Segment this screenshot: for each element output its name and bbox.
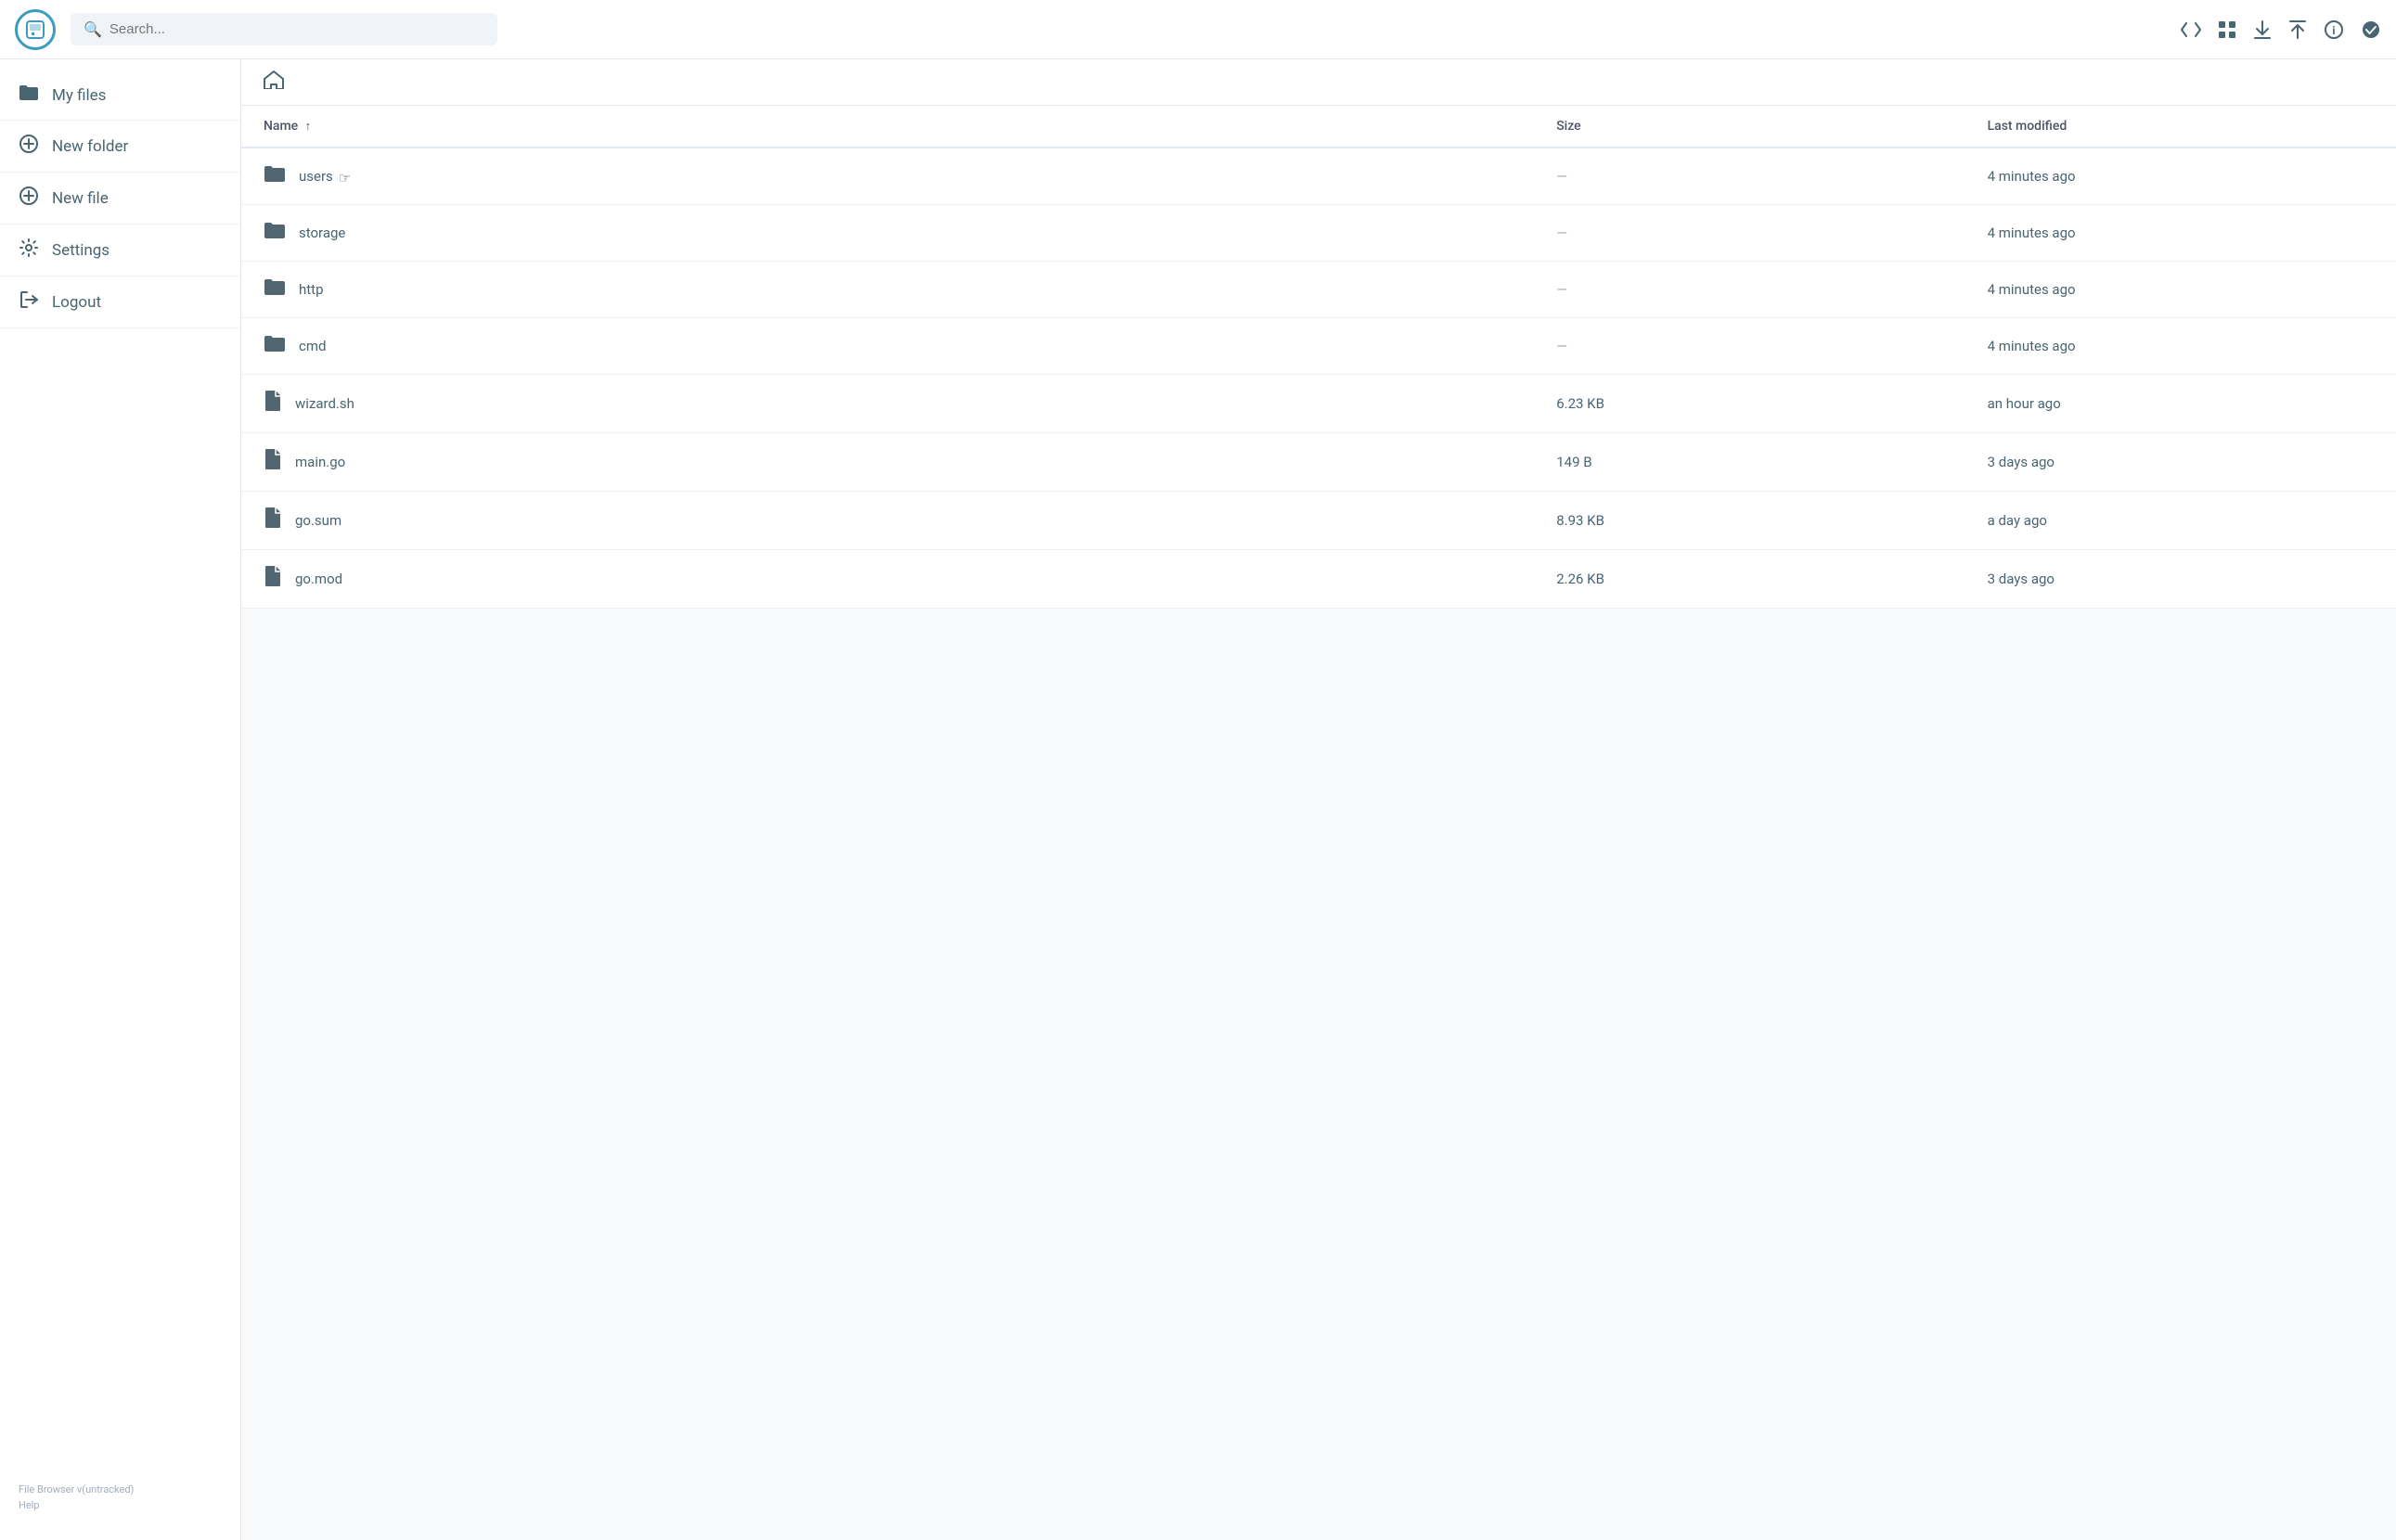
help-link[interactable]: Help xyxy=(19,1499,40,1511)
file-modified: 4 minutes ago xyxy=(1965,318,2396,375)
file-size: 8.93 KB xyxy=(1534,492,1964,550)
home-icon[interactable] xyxy=(264,71,284,94)
new-file-icon xyxy=(19,186,39,211)
table-row[interactable]: storage — 4 minutes ago xyxy=(241,205,2396,262)
file-icon xyxy=(264,448,282,476)
sidebar-item-logout[interactable]: Logout xyxy=(0,276,240,328)
file-name: cmd xyxy=(299,338,326,354)
file-modified: a day ago xyxy=(1965,492,2396,550)
file-icon xyxy=(264,390,282,417)
file-name-cell[interactable]: go.sum xyxy=(241,492,1534,550)
file-modified: 3 days ago xyxy=(1965,433,2396,492)
folder-icon xyxy=(264,220,286,246)
file-table: Name ↑ Size Last modified users☞ xyxy=(241,106,2396,609)
app-logo[interactable] xyxy=(15,9,56,50)
folder-icon xyxy=(19,83,39,107)
folder-icon xyxy=(264,276,286,302)
app-header: 🔍 i xyxy=(0,0,2396,59)
file-table-body: users☞ — 4 minutes ago storage — 4 minut… xyxy=(241,148,2396,609)
upload-icon[interactable] xyxy=(2288,19,2307,40)
column-size: Size xyxy=(1534,106,1964,148)
table-row[interactable]: go.sum 8.93 KB a day ago xyxy=(241,492,2396,550)
search-bar[interactable]: 🔍 xyxy=(71,13,497,45)
table-row[interactable]: http — 4 minutes ago xyxy=(241,262,2396,318)
column-name[interactable]: Name ↑ xyxy=(241,106,1534,148)
sidebar-item-label: New file xyxy=(52,189,109,208)
sidebar-item-my-files[interactable]: My files xyxy=(0,71,240,121)
table-row[interactable]: main.go 149 B 3 days ago xyxy=(241,433,2396,492)
header-actions: i xyxy=(2181,19,2381,40)
download-icon[interactable] xyxy=(2253,19,2272,40)
file-size: — xyxy=(1534,262,1964,318)
file-size: — xyxy=(1534,148,1964,205)
sidebar-item-new-folder[interactable]: New folder xyxy=(0,121,240,173)
cursor-hand: ☞ xyxy=(339,170,351,186)
file-name: users☞ xyxy=(299,168,351,185)
file-size: — xyxy=(1534,318,1964,375)
app-body: My files New folder New file Settings Lo xyxy=(0,59,2396,1540)
file-modified: 4 minutes ago xyxy=(1965,205,2396,262)
table-row[interactable]: users☞ — 4 minutes ago xyxy=(241,148,2396,205)
file-modified: 4 minutes ago xyxy=(1965,148,2396,205)
sidebar: My files New folder New file Settings Lo xyxy=(0,59,241,1540)
file-name: go.mod xyxy=(295,571,342,587)
file-modified: an hour ago xyxy=(1965,375,2396,433)
sidebar-item-label: New folder xyxy=(52,137,128,156)
table-row[interactable]: wizard.sh 6.23 KB an hour ago xyxy=(241,375,2396,433)
sidebar-footer: File Browser v(untracked) Help xyxy=(0,1467,240,1529)
svg-text:i: i xyxy=(2332,24,2335,37)
sidebar-item-settings[interactable]: Settings xyxy=(0,225,240,276)
logout-icon xyxy=(19,289,39,314)
file-size: — xyxy=(1534,205,1964,262)
file-size: 6.23 KB xyxy=(1534,375,1964,433)
sidebar-item-label: My files xyxy=(52,86,106,105)
checkmark-icon[interactable] xyxy=(2361,19,2381,40)
file-name-cell[interactable]: go.mod xyxy=(241,550,1534,609)
file-size: 2.26 KB xyxy=(1534,550,1964,609)
file-name-cell[interactable]: http xyxy=(241,262,1534,318)
search-icon: 🔍 xyxy=(84,20,102,38)
sidebar-item-label: Settings xyxy=(52,241,109,260)
file-modified: 3 days ago xyxy=(1965,550,2396,609)
search-input[interactable] xyxy=(109,21,484,37)
file-name: wizard.sh xyxy=(295,395,354,412)
info-icon[interactable]: i xyxy=(2324,19,2344,40)
file-icon xyxy=(264,507,282,534)
file-name: http xyxy=(299,281,324,298)
version-text: File Browser v(untracked) xyxy=(19,1482,222,1498)
file-name: main.go xyxy=(295,454,345,470)
settings-icon xyxy=(19,237,39,263)
new-folder-icon xyxy=(19,134,39,159)
main-content: Name ↑ Size Last modified users☞ xyxy=(241,59,2396,1540)
sidebar-item-new-file[interactable]: New file xyxy=(0,173,240,225)
file-modified: 4 minutes ago xyxy=(1965,262,2396,318)
file-name-cell[interactable]: storage xyxy=(241,205,1534,262)
file-size: 149 B xyxy=(1534,433,1964,492)
column-modified: Last modified xyxy=(1965,106,2396,148)
file-name: go.sum xyxy=(295,512,341,529)
folder-icon xyxy=(264,333,286,359)
file-name-cell[interactable]: main.go xyxy=(241,433,1534,492)
grid-view-icon[interactable] xyxy=(2218,20,2236,39)
code-toggle-icon[interactable] xyxy=(2181,22,2201,37)
table-row[interactable]: cmd — 4 minutes ago xyxy=(241,318,2396,375)
table-header: Name ↑ Size Last modified xyxy=(241,106,2396,148)
sidebar-item-label: Logout xyxy=(52,293,101,312)
sort-arrow-icon: ↑ xyxy=(305,119,312,134)
file-name-cell[interactable]: users☞ xyxy=(241,148,1534,205)
file-name-cell[interactable]: cmd xyxy=(241,318,1534,375)
file-name: storage xyxy=(299,225,345,241)
file-icon xyxy=(264,565,282,593)
table-row[interactable]: go.mod 2.26 KB 3 days ago xyxy=(241,550,2396,609)
file-name-cell[interactable]: wizard.sh xyxy=(241,375,1534,433)
folder-icon xyxy=(264,163,286,189)
breadcrumb-bar xyxy=(241,59,2396,106)
